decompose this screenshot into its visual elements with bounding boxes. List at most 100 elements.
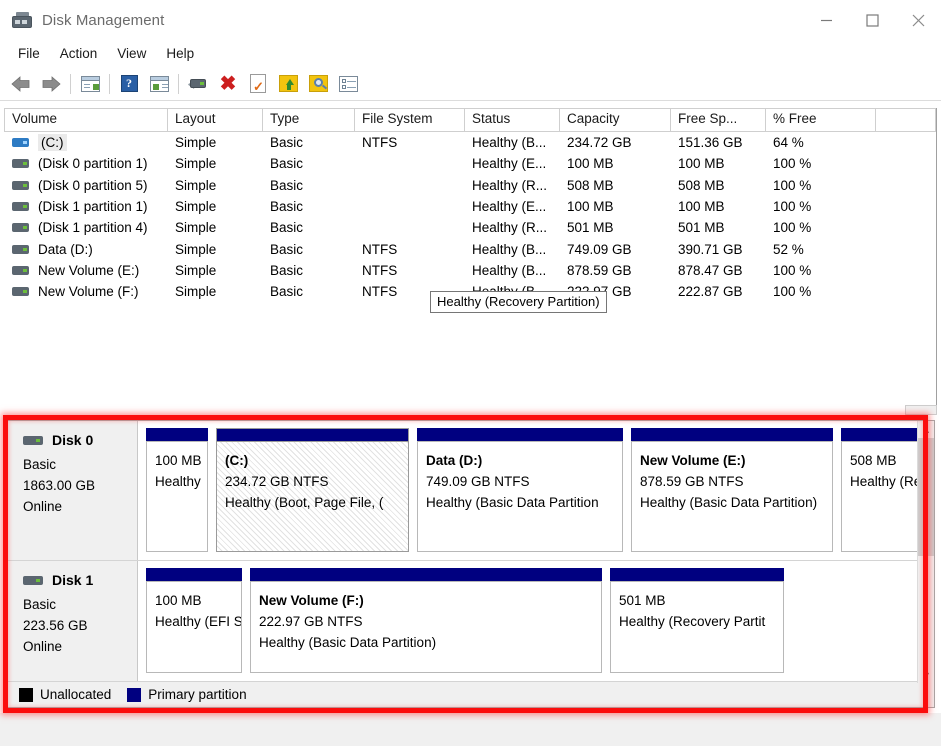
- list-scrollbar-nub[interactable]: [905, 405, 937, 415]
- menu-item-action[interactable]: Action: [50, 44, 108, 63]
- back-icon[interactable]: [6, 70, 36, 98]
- partition-block[interactable]: 100 MBHealthy (EFI Syst: [146, 568, 242, 673]
- volume-icon: [12, 180, 29, 191]
- column-header-layout[interactable]: Layout: [168, 108, 263, 132]
- cell-volume: Data (D:): [4, 242, 168, 257]
- volume-list: Volume Layout Type File System Status Ca…: [4, 108, 937, 415]
- cell-capacity: 234.72 GB: [560, 135, 671, 150]
- cell-volume: (Disk 0 partition 1): [4, 156, 168, 171]
- cell-capacity: 501 MB: [560, 220, 671, 235]
- export-list-icon[interactable]: [273, 70, 303, 98]
- table-row[interactable]: (Disk 1 partition 1)SimpleBasicHealthy (…: [4, 196, 936, 217]
- column-header-capacity[interactable]: Capacity: [560, 108, 671, 132]
- help-icon[interactable]: ?: [114, 70, 144, 98]
- partition-block[interactable]: Data (D:)749.09 GB NTFSHealthy (Basic Da…: [417, 428, 623, 552]
- show-hide-console-tree-icon[interactable]: [75, 70, 105, 98]
- scroll-down-icon[interactable]: ▼: [918, 666, 935, 683]
- scrollbar-thumb[interactable]: [918, 438, 935, 556]
- cell-percent-free: 100 %: [766, 199, 876, 214]
- cell-type: Basic: [263, 284, 355, 299]
- delete-icon[interactable]: ✖: [213, 70, 243, 98]
- cell-percent-free: 100 %: [766, 156, 876, 171]
- menu-item-help[interactable]: Help: [156, 44, 204, 63]
- forward-icon[interactable]: [36, 70, 66, 98]
- cell-capacity: 100 MB: [560, 199, 671, 214]
- partition-details: New Volume (E:)878.59 GB NTFSHealthy (Ba…: [631, 441, 833, 552]
- partition-block[interactable]: 501 MBHealthy (Recovery Partit: [610, 568, 784, 673]
- disk-info-panel[interactable]: Disk 0Basic1863.00 GBOnline: [7, 421, 138, 560]
- cell-capacity: 749.09 GB: [560, 242, 671, 257]
- disk-state: Online: [23, 496, 137, 517]
- cell-status: Healthy (B...: [465, 263, 560, 278]
- volume-icon: [12, 137, 29, 148]
- table-row[interactable]: (Disk 0 partition 5)SimpleBasicHealthy (…: [4, 175, 936, 196]
- partition-type-bar: [610, 568, 784, 581]
- cell-free-space: 151.36 GB: [671, 135, 766, 150]
- detail-view-icon[interactable]: [333, 70, 363, 98]
- properties-icon[interactable]: ✓: [243, 70, 273, 98]
- partition-block[interactable]: New Volume (F:)222.97 GB NTFSHealthy (Ba…: [250, 568, 602, 673]
- disk-title: Disk 1: [23, 572, 137, 588]
- disk-state: Online: [23, 636, 137, 657]
- cell-free-space: 222.87 GB: [671, 284, 766, 299]
- rescan-disks-icon[interactable]: [183, 70, 213, 98]
- cell-layout: Simple: [168, 178, 263, 193]
- disk-info-panel[interactable]: Disk 1Basic223.56 GBOnline: [7, 561, 138, 681]
- status-tooltip: Healthy (Recovery Partition): [430, 291, 607, 313]
- show-hide-action-pane-icon[interactable]: [144, 70, 174, 98]
- table-row[interactable]: (Disk 0 partition 1)SimpleBasicHealthy (…: [4, 153, 936, 174]
- partition-block[interactable]: (C:)234.72 GB NTFSHealthy (Boot, Page Fi…: [216, 428, 409, 552]
- column-header-volume[interactable]: Volume: [4, 108, 168, 132]
- column-header-file-system[interactable]: File System: [355, 108, 465, 132]
- disk-size: 1863.00 GB: [23, 475, 137, 496]
- cell-capacity: 100 MB: [560, 156, 671, 171]
- partition-size: 234.72 GB NTFS: [225, 471, 408, 492]
- table-row[interactable]: New Volume (E:)SimpleBasicNTFSHealthy (B…: [4, 260, 936, 281]
- volume-name: (Disk 0 partition 5): [38, 178, 148, 193]
- partition-label: New Volume (E:): [640, 450, 832, 471]
- column-header-free-space[interactable]: Free Sp...: [671, 108, 766, 132]
- partition-size: 878.59 GB NTFS: [640, 471, 832, 492]
- minimize-icon[interactable]: [803, 0, 849, 40]
- legend-label-unallocated: Unallocated: [40, 687, 111, 702]
- cell-free-space: 390.71 GB: [671, 242, 766, 257]
- partition-details: New Volume (F:)222.97 GB NTFSHealthy (Ba…: [250, 581, 602, 673]
- volume-name: (Disk 1 partition 1): [38, 199, 148, 214]
- cell-percent-free: 64 %: [766, 135, 876, 150]
- toolbar: ? ✖ ✓: [0, 67, 941, 101]
- partition-type-bar: [146, 568, 242, 581]
- menu-item-view[interactable]: View: [107, 44, 156, 63]
- column-header-status[interactable]: Status: [465, 108, 560, 132]
- partition-status: Healthy: [155, 471, 207, 492]
- partition-label: Data (D:): [426, 450, 622, 471]
- partition-strip: 100 MBHealthy (EFI SystNew Volume (F:)22…: [138, 561, 934, 681]
- cell-layout: Simple: [168, 284, 263, 299]
- volume-icon: [12, 244, 29, 255]
- toolbar-separator: [109, 74, 110, 94]
- partition-details: Data (D:)749.09 GB NTFSHealthy (Basic Da…: [417, 441, 623, 552]
- cell-type: Basic: [263, 199, 355, 214]
- scroll-up-icon[interactable]: ▲: [918, 421, 935, 438]
- column-header-type[interactable]: Type: [263, 108, 355, 132]
- cell-free-space: 100 MB: [671, 199, 766, 214]
- cell-layout: Simple: [168, 263, 263, 278]
- table-row[interactable]: (C:)SimpleBasicNTFSHealthy (B...234.72 G…: [4, 132, 936, 153]
- graphical-view-scrollbar[interactable]: ▲ ▼: [917, 421, 934, 683]
- partition-label: New Volume (F:): [259, 590, 601, 611]
- partition-block[interactable]: 100 MBHealthy: [146, 428, 208, 552]
- column-header-blank[interactable]: [876, 108, 936, 132]
- maximize-icon[interactable]: [849, 0, 895, 40]
- partition-block[interactable]: New Volume (E:)878.59 GB NTFSHealthy (Ba…: [631, 428, 833, 552]
- cell-free-space: 100 MB: [671, 156, 766, 171]
- close-icon[interactable]: [895, 0, 941, 40]
- partition-status: Healthy (Basic Data Partition): [640, 492, 832, 513]
- table-row[interactable]: Data (D:)SimpleBasicNTFSHealthy (B...749…: [4, 238, 936, 259]
- cell-volume: New Volume (E:): [4, 263, 168, 278]
- table-row[interactable]: (Disk 1 partition 4)SimpleBasicHealthy (…: [4, 217, 936, 238]
- find-icon[interactable]: [303, 70, 333, 98]
- column-header-percent-free[interactable]: % Free: [766, 108, 876, 132]
- cell-type: Basic: [263, 135, 355, 150]
- volume-list-rows: (C:)SimpleBasicNTFSHealthy (B...234.72 G…: [4, 132, 936, 302]
- menu-item-file[interactable]: File: [8, 44, 50, 63]
- cell-type: Basic: [263, 220, 355, 235]
